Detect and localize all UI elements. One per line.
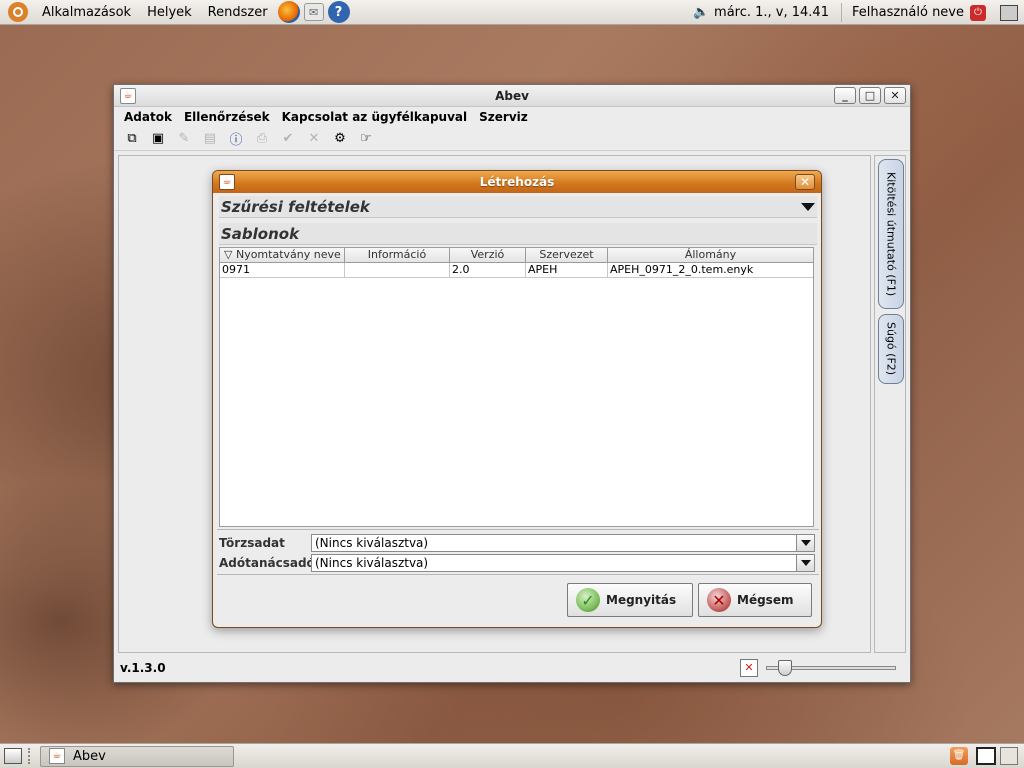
cancel-button-label: Mégsem [737, 593, 794, 607]
menu-system[interactable]: Rendszer [200, 5, 276, 20]
cell-organization: APEH [526, 263, 608, 277]
col-header-info[interactable]: Információ [345, 248, 450, 262]
settings-icon[interactable]: ⚙ [328, 128, 352, 149]
chevron-down-icon[interactable] [796, 555, 814, 571]
power-icon[interactable]: ⏻ [970, 4, 986, 21]
dialog-close-button[interactable]: ✕ [795, 174, 815, 190]
print-icon[interactable]: ⎙ [250, 128, 274, 149]
statusbar: v.1.3.0 ✕ [114, 655, 910, 681]
trash-icon[interactable]: 🗑 [950, 747, 968, 765]
templates-table: ▽ Nyomtatvány neve Információ Verzió Sze… [219, 247, 814, 527]
menu-places[interactable]: Helyek [139, 5, 200, 20]
print-preview-icon[interactable]: ▤ [198, 128, 222, 149]
filter-section-header[interactable]: Szűrési feltételek [219, 196, 817, 218]
cell-info [345, 263, 450, 277]
window-title: Abev [495, 88, 529, 103]
cell-file: APEH_0971_2_0.tem.enyk [610, 263, 754, 276]
side-panel: Kitöltési útmutató (F1) Súgó (F2) [874, 155, 906, 653]
tax-advisor-row: Adótanácsadó (Nincs kiválasztva) [219, 554, 817, 572]
minimize-button[interactable]: _ [834, 87, 856, 104]
check-icon[interactable]: ✔ [276, 128, 300, 149]
tax-advisor-value: (Nincs kiválasztva) [315, 556, 429, 570]
cancel-button[interactable]: ✕ Mégsem [698, 583, 812, 617]
panel-separator [840, 3, 842, 22]
open-button[interactable]: ✓ Megnyitás [567, 583, 693, 617]
master-data-row: Törzsadat (Nincs kiválasztva) [219, 534, 817, 552]
tax-advisor-select[interactable]: (Nincs kiválasztva) [311, 554, 815, 572]
templates-section-header: Sablonok [219, 223, 817, 245]
cancel-icon: ✕ [707, 588, 731, 612]
dialog-title: Létrehozás [479, 175, 555, 189]
filter-section-label: Szűrési feltételek [221, 198, 370, 216]
taskbar-item-label: Abev [73, 748, 106, 764]
version-label: v.1.3.0 [120, 661, 166, 675]
clock[interactable]: márc. 1., v, 14.41 [714, 5, 829, 20]
java-app-icon[interactable]: ☕ [120, 88, 136, 104]
maximize-button[interactable]: □ [859, 87, 881, 104]
toolbar: ⧉ ▣ ✎ ▤ ⓘ ⎙ ✔ ✕ ⚙ ☞ [114, 127, 910, 151]
pointing-hand-icon[interactable]: ☞ [354, 128, 378, 149]
top-panel: Alkalmazások Helyek Rendszer ✉ ? 🔈 márc.… [0, 0, 1024, 25]
menu-kapcsolat[interactable]: Kapcsolat az ügyfélkapuval [276, 110, 474, 124]
workspace-1-icon[interactable] [976, 747, 996, 765]
tab-filling-guide-label: Kitöltési útmutató (F1) [884, 171, 898, 297]
menu-applications[interactable]: Alkalmazások [34, 5, 139, 20]
templates-section-label: Sablonok [221, 225, 300, 243]
mail-icon[interactable]: ✉ [303, 3, 324, 21]
edit-doc-icon[interactable]: ✎ [172, 128, 196, 149]
master-data-label: Törzsadat [219, 536, 285, 550]
master-data-value: (Nincs kiválasztva) [315, 536, 429, 550]
tab-help[interactable]: Súgó (F2) [878, 314, 904, 384]
network-icon[interactable] [1000, 4, 1018, 21]
panel-handle[interactable] [28, 748, 34, 764]
open-button-label: Megnyitás [606, 593, 677, 607]
col-header-organization[interactable]: Szervezet [526, 248, 608, 262]
table-header: ▽ Nyomtatvány neve Információ Verzió Sze… [220, 248, 813, 263]
save-icon[interactable]: ▣ [146, 128, 170, 149]
create-dialog: ☕ Létrehozás ✕ Szűrési feltételek Sablon… [212, 170, 822, 628]
cell-version: 2.0 [450, 263, 526, 277]
dialog-titlebar[interactable]: ☕ Létrehozás ✕ [213, 171, 821, 193]
zoom-slider-thumb[interactable] [778, 660, 792, 676]
java-app-icon: ☕ [49, 748, 65, 764]
expand-arrow-icon[interactable] [801, 203, 815, 211]
tax-advisor-label: Adótanácsadó [219, 556, 315, 570]
copy-icon[interactable]: ⧉ [120, 128, 144, 149]
sort-indicator-icon: ▽ [224, 248, 233, 261]
check-icon: ✓ [576, 588, 600, 612]
col-header-version[interactable]: Verzió [450, 248, 526, 262]
menu-ellenorzesek[interactable]: Ellenőrzések [178, 110, 276, 124]
java-app-icon: ☕ [219, 174, 235, 190]
bottom-panel: ☕ Abev 🗑 [0, 743, 1024, 768]
help-icon[interactable]: ? [327, 1, 350, 23]
menu-szerviz[interactable]: Szerviz [473, 110, 534, 124]
menubar: Adatok Ellenőrzések Kapcsolat az ügyfélk… [114, 107, 910, 127]
taskbar-item-abev[interactable]: ☕ Abev [40, 745, 234, 767]
cell-name: 0971 [220, 263, 345, 277]
col-header-file[interactable]: Állomány [608, 248, 813, 262]
user-name[interactable]: Felhasználó neve [852, 5, 964, 20]
workspace-2-icon[interactable] [1000, 747, 1018, 765]
menu-adatok[interactable]: Adatok [118, 110, 178, 124]
col-header-name[interactable]: ▽ Nyomtatvány neve [220, 248, 345, 262]
table-row[interactable]: 0971 2.0 APEH APEH_0971_2_0.tem.enyk [220, 263, 813, 278]
master-data-select[interactable]: (Nincs kiválasztva) [311, 534, 815, 552]
window-titlebar[interactable]: ☕ Abev _ □ ✕ [114, 85, 910, 107]
status-error-icon[interactable]: ✕ [740, 659, 758, 677]
close-button[interactable]: ✕ [884, 87, 906, 104]
x-icon[interactable]: ✕ [302, 128, 326, 149]
ubuntu-logo-icon[interactable] [8, 2, 28, 22]
info-icon[interactable]: ⓘ [224, 128, 248, 149]
firefox-icon[interactable] [277, 1, 300, 23]
chevron-down-icon[interactable] [796, 535, 814, 551]
col-header-name-label: Nyomtatvány neve [235, 248, 341, 261]
volume-icon[interactable]: 🔈 [692, 5, 710, 20]
tab-help-label: Súgó (F2) [884, 322, 898, 376]
show-desktop-icon[interactable] [4, 748, 22, 764]
tab-filling-guide[interactable]: Kitöltési útmutató (F1) [878, 159, 904, 309]
